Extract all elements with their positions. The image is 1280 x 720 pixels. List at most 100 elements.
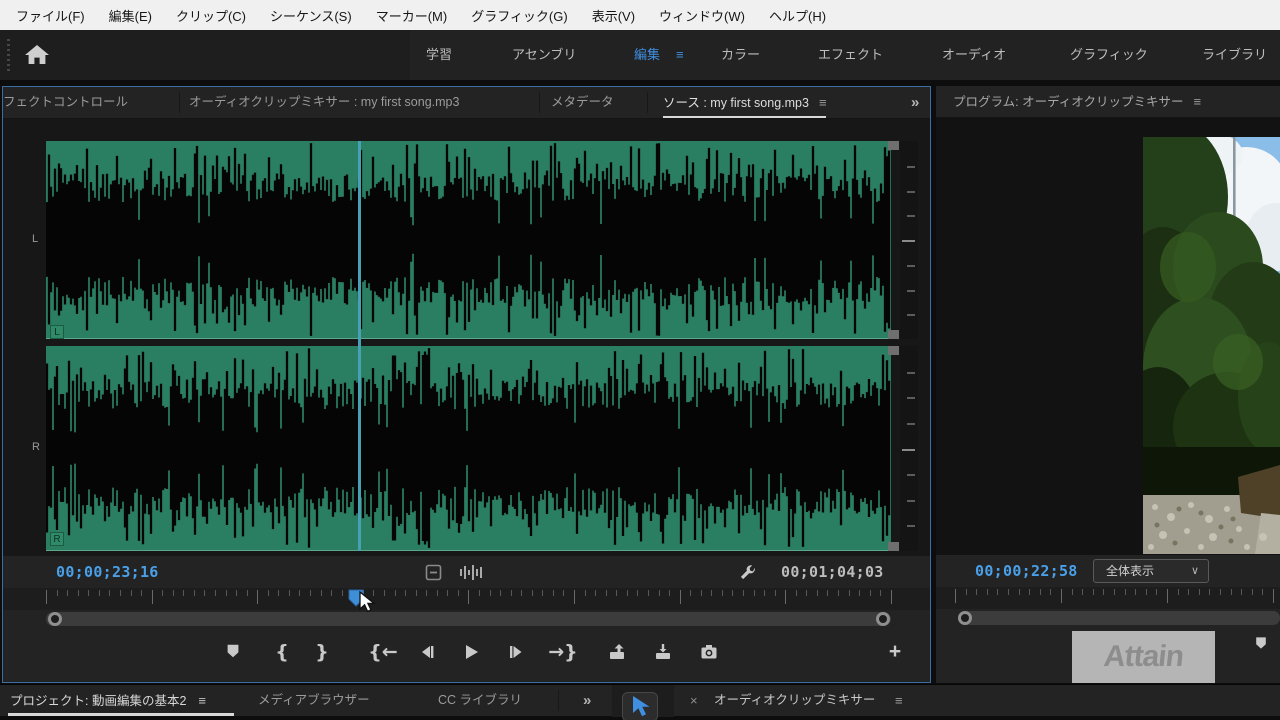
tools-panel: [612, 685, 674, 717]
tab-project[interactable]: プロジェクト: 動画編集の基本2 ≡: [10, 685, 205, 716]
workspace-tab-graphics[interactable]: グラフィック: [1070, 30, 1148, 80]
attain-watermark: Attain: [1072, 631, 1215, 683]
workspace-tab-assembly[interactable]: アセンブリ: [512, 30, 576, 80]
menu-help[interactable]: ヘルプ(H): [757, 6, 838, 25]
source-panel-menu-icon[interactable]: ≡: [819, 95, 826, 110]
tab-source[interactable]: ソース : my first song.mp3≡: [663, 87, 826, 118]
mark-in-button[interactable]: {: [269, 639, 295, 665]
vscale-handle[interactable]: [888, 346, 899, 355]
lane-badge-right: R: [50, 532, 64, 546]
source-waveform-viewer[interactable]: L R L R: [3, 119, 930, 556]
program-time-ruler[interactable]: [936, 587, 1280, 609]
menu-marker[interactable]: マーカー(M): [364, 6, 460, 25]
mark-out-button[interactable]: }: [309, 639, 335, 665]
program-current-timecode: 00;00;22;58: [975, 562, 1078, 580]
workspace-tab-audio[interactable]: オーディオ: [942, 30, 1006, 80]
source-duration-timecode: 00;01;04;03: [781, 563, 884, 581]
play-button[interactable]: [458, 639, 484, 665]
vscale-handle[interactable]: [888, 330, 899, 339]
program-video-frame: [1143, 137, 1280, 554]
tab-program[interactable]: プログラム: オーディオクリップミキサー ≡: [953, 86, 1200, 117]
channel-left-gutter-label: L: [32, 233, 38, 245]
zoom-track[interactable]: [46, 612, 891, 626]
tab-effect-controls[interactable]: フェクトコントロール: [3, 87, 128, 118]
vscale-handle[interactable]: [888, 542, 899, 551]
source-time-ruler[interactable]: [3, 588, 930, 610]
step-back-button[interactable]: [413, 639, 439, 665]
menu-view[interactable]: 表示(V): [580, 6, 647, 25]
menu-graphics[interactable]: グラフィック(G): [459, 6, 580, 25]
premiere-window: ファイル(F) 編集(E) クリップ(C) シーケンス(S) マーカー(M) グ…: [0, 0, 1280, 720]
zoom-handle-left[interactable]: [48, 612, 62, 626]
insert-button[interactable]: [604, 639, 630, 665]
bottom-overflow-chevron[interactable]: »: [583, 685, 591, 716]
zoom-level-value: 全体表示: [1106, 564, 1154, 578]
menu-window[interactable]: ウィンドウ(W): [647, 6, 757, 25]
workspace-tab-editing[interactable]: 編集 ≡: [634, 30, 683, 80]
workspace-menu-icon[interactable]: ≡: [676, 47, 683, 62]
source-info-bar: 00;00;23;16 00;01;04;03: [3, 556, 930, 588]
workspace-tab-learning[interactable]: 学習: [426, 30, 452, 80]
playhead-line[interactable]: [358, 141, 361, 551]
workspace-tab-libraries[interactable]: ライブラリ: [1202, 30, 1267, 80]
waveform-left: [46, 141, 891, 338]
tab-overflow-chevron[interactable]: »: [911, 87, 919, 118]
menu-edit[interactable]: 編集(E): [97, 6, 164, 25]
menu-file[interactable]: ファイル(F): [4, 6, 97, 25]
go-to-out-button[interactable]: →}: [545, 639, 581, 665]
overwrite-button[interactable]: [650, 639, 676, 665]
program-panel-tab-bar: プログラム: オーディオクリップミキサー ≡: [936, 86, 1280, 118]
source-monitor-panel: フェクトコントロール オーディオクリップミキサー : my first song…: [2, 86, 931, 683]
mixer-panel-menu-icon[interactable]: ≡: [895, 685, 902, 716]
panel-grip: [7, 39, 10, 71]
program-info-bar: 00;00;22;58 全体表示 ∨: [936, 555, 1280, 587]
watermark-text: Attain: [1102, 640, 1185, 674]
button-editor-plus[interactable]: +: [882, 639, 908, 665]
workspace-tab-color[interactable]: カラー: [721, 30, 760, 80]
vscale-handle[interactable]: [888, 141, 899, 150]
lane-badge-left: L: [50, 325, 64, 339]
vertical-scale-right[interactable]: [900, 346, 918, 551]
tab-separator: [647, 92, 648, 113]
program-panel-menu-icon[interactable]: ≡: [1193, 94, 1200, 109]
zoom-handle-right[interactable]: [876, 612, 890, 626]
zoom-track[interactable]: [958, 611, 1280, 625]
zoom-level-select[interactable]: 全体表示 ∨: [1093, 559, 1209, 583]
program-zoom-scrollbar[interactable]: [936, 609, 1280, 627]
mouse-cursor: [358, 591, 378, 620]
waveform-lane-right[interactable]: [46, 346, 891, 551]
tab-audio-clip-mixer-bottom[interactable]: オーディオクリップミキサー: [714, 685, 875, 716]
project-panel-menu-icon[interactable]: ≡: [198, 693, 205, 708]
selection-tool-button[interactable]: [622, 692, 658, 720]
program-add-marker-button[interactable]: [1248, 632, 1274, 658]
export-frame-camera-button[interactable]: [696, 639, 722, 665]
menu-sequence[interactable]: シーケンス(S): [258, 6, 364, 25]
bottom-panel-tab-bar: プロジェクト: 動画編集の基本2 ≡ メディアブラウザー CC ライブラリ » ×…: [0, 684, 1280, 716]
source-zoom-scrollbar[interactable]: [3, 610, 930, 628]
source-panel-tab-bar: フェクトコントロール オーディオクリップミキサー : my first song…: [3, 87, 930, 119]
tab-audio-clip-mixer[interactable]: オーディオクリップミキサー : my first song.mp3: [189, 87, 459, 118]
tab-project-label: プロジェクト: 動画編集の基本2: [10, 694, 186, 708]
drag-video-only-icon[interactable]: [425, 564, 442, 586]
zoom-handle-left[interactable]: [958, 611, 972, 625]
home-icon[interactable]: [22, 41, 52, 69]
step-forward-button[interactable]: [504, 639, 530, 665]
program-title: プログラム: オーディオクリップミキサー: [953, 95, 1183, 109]
waveform-lane-left[interactable]: [46, 141, 891, 339]
go-to-in-button[interactable]: {←: [365, 639, 401, 665]
menu-clip[interactable]: クリップ(C): [164, 6, 258, 25]
tab-metadata[interactable]: メタデータ: [551, 87, 614, 118]
close-icon[interactable]: ×: [690, 685, 698, 716]
vertical-scale-left[interactable]: [900, 141, 918, 339]
tab-media-browser[interactable]: メディアブラウザー: [258, 685, 370, 716]
program-video-viewer[interactable]: [936, 118, 1280, 555]
settings-wrench-icon[interactable]: [737, 563, 756, 587]
ruler-ticks: [46, 590, 891, 608]
tab-separator: [539, 92, 540, 113]
add-marker-button[interactable]: [220, 639, 246, 665]
tab-cc-libraries[interactable]: CC ライブラリ: [438, 685, 522, 716]
workspace-tab-effects[interactable]: エフェクト: [818, 30, 883, 80]
workspace-tab-editing-label: 編集: [634, 47, 660, 62]
video-frame-image: [1143, 137, 1280, 554]
drag-audio-only-icon[interactable]: [459, 564, 483, 586]
